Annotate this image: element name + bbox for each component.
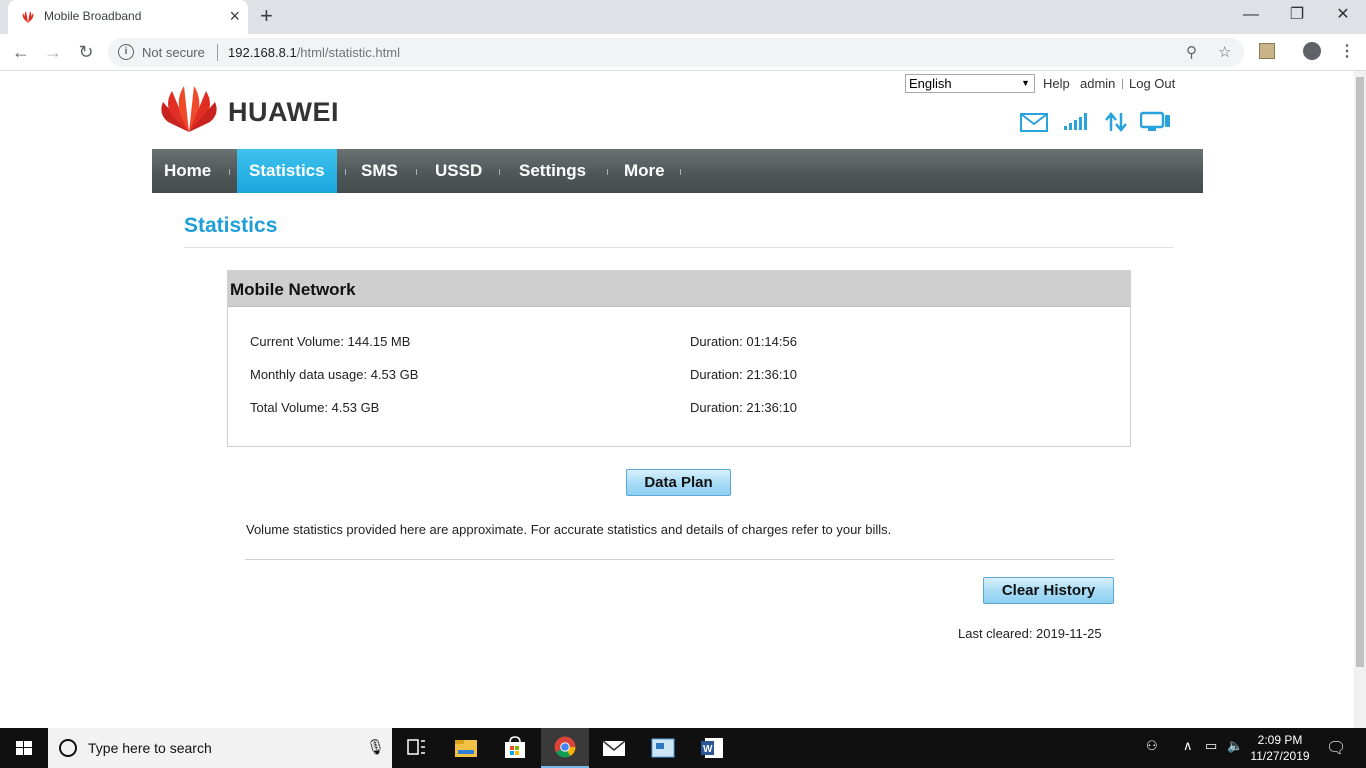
data-transfer-icon bbox=[1105, 112, 1127, 132]
windows-start-icon[interactable] bbox=[0, 728, 48, 768]
panel-title: Mobile Network bbox=[230, 280, 356, 299]
clock-time: 2:09 PM bbox=[1257, 733, 1303, 747]
reload-icon[interactable]: ↻ bbox=[75, 41, 97, 63]
menu-separator bbox=[416, 169, 417, 175]
clear-history-button[interactable]: Clear History bbox=[983, 577, 1114, 604]
search-icon bbox=[59, 739, 77, 757]
minimize-icon[interactable]: — bbox=[1228, 4, 1274, 26]
total-volume: Total Volume: 4.53 GB bbox=[250, 400, 380, 415]
taskbar-clock[interactable]: 2:09 PM 11/27/2019 bbox=[1240, 732, 1320, 764]
disclaimer-note: Volume statistics provided here are appr… bbox=[246, 522, 892, 537]
security-label[interactable]: Not secure bbox=[142, 45, 205, 60]
menu-item-more[interactable]: More bbox=[612, 149, 677, 193]
language-select[interactable]: English ▼ bbox=[905, 74, 1035, 93]
star-icon[interactable]: ☆ bbox=[1218, 43, 1231, 61]
windows-taskbar: Type here to search 🎙 W ⚇ ∧ ▭ 🔈 2:09 PM … bbox=[0, 728, 1366, 768]
admin-link[interactable]: admin bbox=[1080, 76, 1115, 91]
menu-item-settings[interactable]: Settings bbox=[507, 149, 598, 193]
extension-icon[interactable] bbox=[1259, 43, 1275, 59]
word-icon[interactable]: W bbox=[688, 728, 736, 768]
data-plan-button[interactable]: Data Plan bbox=[626, 469, 731, 496]
help-link[interactable]: Help bbox=[1043, 76, 1070, 91]
mobile-network-panel: Mobile Network Current Volume: 144.15 MB… bbox=[227, 270, 1131, 447]
window-close-icon[interactable]: ✕ bbox=[1320, 4, 1366, 26]
brand-name: HUAWEI bbox=[228, 97, 339, 127]
restore-icon[interactable]: ❐ bbox=[1274, 4, 1320, 26]
browser-tab[interactable]: Mobile Broadband × bbox=[8, 0, 248, 34]
menu-separator bbox=[499, 169, 500, 175]
huawei-logo-icon bbox=[161, 86, 217, 132]
mail-app-icon[interactable] bbox=[590, 728, 638, 768]
task-view-icon[interactable] bbox=[392, 728, 440, 768]
url-text[interactable]: 192.168.8.1/html/statistic.html bbox=[228, 45, 400, 60]
menu-separator bbox=[345, 169, 346, 175]
content-divider bbox=[245, 559, 1114, 560]
monthly-usage: Monthly data usage: 4.53 GB bbox=[250, 367, 419, 382]
connected-device-icon bbox=[1140, 111, 1170, 131]
huawei-favicon-icon bbox=[22, 11, 34, 23]
main-menu: Home Statistics SMS USSD Settings More bbox=[152, 149, 1203, 193]
browser-tabstrip: Mobile Broadband × + — ❐ ✕ bbox=[0, 0, 1366, 34]
language-value: English bbox=[909, 76, 952, 91]
menu-separator bbox=[680, 169, 681, 175]
address-bar[interactable]: i Not secure 192.168.8.1/html/statistic.… bbox=[108, 38, 1244, 67]
scrollbar-thumb[interactable] bbox=[1356, 77, 1364, 667]
menu-item-statistics[interactable]: Statistics bbox=[237, 149, 337, 193]
account-icon[interactable] bbox=[1303, 42, 1321, 60]
zoom-icon[interactable]: ⚲ bbox=[1186, 43, 1197, 61]
search-placeholder: Type here to search bbox=[88, 740, 212, 756]
mail-icon[interactable] bbox=[1020, 113, 1048, 132]
svg-text:W: W bbox=[703, 744, 713, 755]
menu-item-home[interactable]: Home bbox=[152, 149, 223, 193]
app-window-icon[interactable] bbox=[639, 728, 687, 768]
current-duration: Duration: 01:14:56 bbox=[690, 334, 797, 349]
header-divider bbox=[1122, 79, 1123, 89]
battery-icon[interactable]: ▭ bbox=[1205, 738, 1217, 754]
browser-toolbar: ← → ↻ i Not secure 192.168.8.1/html/stat… bbox=[0, 34, 1366, 71]
back-icon[interactable]: ← bbox=[10, 41, 32, 63]
logout-link[interactable]: Log Out bbox=[1129, 76, 1175, 91]
page-scrollbar[interactable] bbox=[1354, 71, 1366, 728]
file-explorer-icon[interactable] bbox=[442, 728, 490, 768]
menu-item-ussd[interactable]: USSD bbox=[423, 149, 494, 193]
info-icon[interactable]: i bbox=[118, 44, 134, 60]
total-duration: Duration: 21:36:10 bbox=[690, 400, 797, 415]
people-icon[interactable]: ⚇ bbox=[1146, 738, 1158, 754]
title-divider bbox=[184, 247, 1174, 248]
signal-strength-icon bbox=[1064, 113, 1087, 130]
dropdown-arrow-icon: ▼ bbox=[1021, 78, 1030, 88]
current-volume: Current Volume: 144.15 MB bbox=[250, 334, 411, 349]
action-center-icon[interactable]: 🗨 bbox=[1326, 738, 1346, 758]
new-tab-button[interactable]: + bbox=[260, 4, 273, 28]
omnibox-divider bbox=[217, 44, 218, 61]
store-icon[interactable] bbox=[491, 728, 539, 768]
tab-title: Mobile Broadband bbox=[44, 9, 142, 23]
clock-date: 11/27/2019 bbox=[1250, 749, 1310, 763]
microphone-icon[interactable]: 🎙 bbox=[366, 738, 385, 756]
tab-close-icon[interactable]: × bbox=[229, 7, 240, 25]
menu-separator bbox=[229, 169, 230, 175]
panel-header: Mobile Network bbox=[228, 271, 1130, 307]
taskbar-search[interactable]: Type here to search 🎙 bbox=[48, 728, 392, 768]
menu-separator bbox=[607, 169, 608, 175]
monthly-duration: Duration: 21:36:10 bbox=[690, 367, 797, 382]
chrome-icon[interactable] bbox=[541, 728, 589, 768]
last-cleared-text: Last cleared: 2019-11-25 bbox=[958, 626, 1102, 641]
menu-item-sms[interactable]: SMS bbox=[349, 149, 410, 193]
page-title: Statistics bbox=[184, 214, 278, 237]
forward-icon[interactable]: → bbox=[42, 41, 64, 63]
menu-icon[interactable]: ⋮ bbox=[1339, 41, 1355, 61]
tray-expand-icon[interactable]: ∧ bbox=[1183, 738, 1193, 754]
